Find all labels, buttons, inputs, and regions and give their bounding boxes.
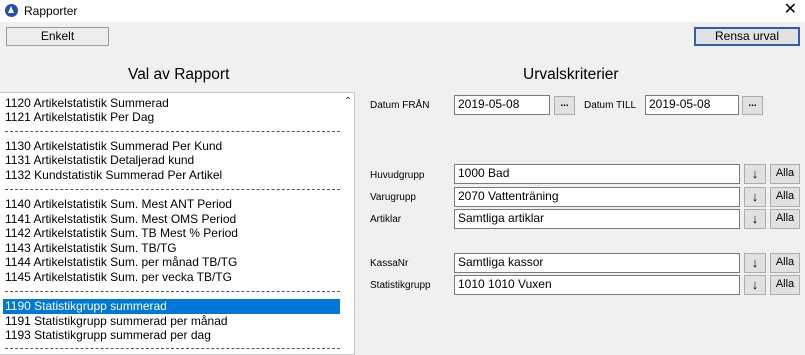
date-to-field[interactable]: 2019-05-08 bbox=[645, 95, 739, 115]
artiklar-all-button[interactable]: Alla bbox=[770, 209, 800, 229]
arrow-down-icon[interactable]: ↓ bbox=[744, 275, 766, 295]
kassanr-all-button[interactable]: Alla bbox=[770, 253, 800, 273]
list-item[interactable]: 1145 Artikelstatistik Sum. per vecka TB/… bbox=[3, 270, 340, 285]
list-item[interactable]: 1191 Statistikgrupp summerad per månad bbox=[3, 314, 340, 329]
list-separator bbox=[5, 291, 340, 292]
list-item[interactable]: 1141 Artikelstatistik Sum. Mest OMS Peri… bbox=[3, 212, 340, 227]
kassanr-field[interactable]: Samtliga kassor bbox=[454, 253, 740, 273]
varugrupp-all-button[interactable]: Alla bbox=[770, 187, 800, 207]
artiklar-field[interactable]: Samtliga artiklar bbox=[454, 209, 740, 229]
list-item[interactable]: 1142 Artikelstatistik Sum. TB Mest % Per… bbox=[3, 226, 340, 241]
window-title: Rapporter bbox=[24, 4, 78, 18]
list-item[interactable]: 1144 Artikelstatistik Sum. per månad TB/… bbox=[3, 255, 340, 270]
close-icon[interactable]: ✕ bbox=[784, 1, 797, 19]
huvudgrupp-label: Huvudgrupp bbox=[370, 170, 425, 181]
scroll-up-icon[interactable]: ⌃ bbox=[342, 97, 354, 107]
date-from-field[interactable]: 2019-05-08 bbox=[454, 95, 550, 115]
criteria-heading: Urvalskriterier bbox=[523, 66, 619, 83]
arrow-down-icon[interactable]: ↓ bbox=[744, 187, 766, 207]
list-item[interactable]: 1121 Artikelstatistik Per Dag bbox=[3, 110, 340, 125]
huvudgrupp-field[interactable]: 1000 Bad bbox=[454, 164, 740, 184]
app-logo-icon bbox=[5, 4, 18, 17]
varugrupp-field[interactable]: 2070 Vattenträning bbox=[454, 187, 740, 207]
statistikgrupp-field[interactable]: 1010 1010 Vuxen bbox=[454, 275, 740, 295]
kassanr-label: KassaNr bbox=[370, 258, 409, 269]
list-item[interactable]: 1120 Artikelstatistik Summerad bbox=[3, 96, 340, 111]
list-separator bbox=[5, 348, 340, 349]
artiklar-label: Artiklar bbox=[370, 214, 402, 225]
date-to-label: Datum TILL bbox=[584, 100, 637, 111]
arrow-down-icon[interactable]: ↓ bbox=[744, 253, 766, 273]
date-from-picker-button[interactable]: ... bbox=[554, 96, 575, 115]
statistikgrupp-all-button[interactable]: Alla bbox=[770, 275, 800, 295]
statistikgrupp-label: Statistikgrupp bbox=[370, 280, 431, 291]
list-item[interactable]: 1130 Artikelstatistik Summerad Per Kund bbox=[3, 139, 340, 154]
clear-selection-button[interactable]: Rensa urval bbox=[694, 27, 800, 46]
title-bar: Rapporter ✕ bbox=[0, 0, 805, 22]
list-item-selected[interactable]: 1190 Statistikgrupp summerad bbox=[3, 299, 340, 314]
tab-enkelt[interactable]: Enkelt bbox=[6, 27, 109, 46]
list-item[interactable]: 1143 Artikelstatistik Sum. TB/TG bbox=[3, 241, 340, 256]
huvudgrupp-all-button[interactable]: Alla bbox=[770, 164, 800, 184]
arrow-down-icon[interactable]: ↓ bbox=[744, 164, 766, 184]
list-item[interactable]: 1140 Artikelstatistik Sum. Mest ANT Peri… bbox=[3, 197, 340, 212]
date-to-picker-button[interactable]: ... bbox=[742, 96, 763, 115]
list-separator bbox=[5, 131, 340, 132]
list-item[interactable]: 1193 Statistikgrupp summerad per dag bbox=[3, 328, 340, 343]
date-from-label: Datum FRÅN bbox=[370, 100, 430, 111]
list-item[interactable]: 1132 Kundstatistik Summerad Per Artikel bbox=[3, 168, 340, 183]
list-separator bbox=[5, 189, 340, 190]
varugrupp-label: Varugrupp bbox=[370, 192, 416, 203]
arrow-down-icon[interactable]: ↓ bbox=[744, 209, 766, 229]
report-list-heading: Val av Rapport bbox=[128, 66, 230, 83]
list-item[interactable]: 1131 Artikelstatistik Detaljerad kund bbox=[3, 153, 340, 168]
